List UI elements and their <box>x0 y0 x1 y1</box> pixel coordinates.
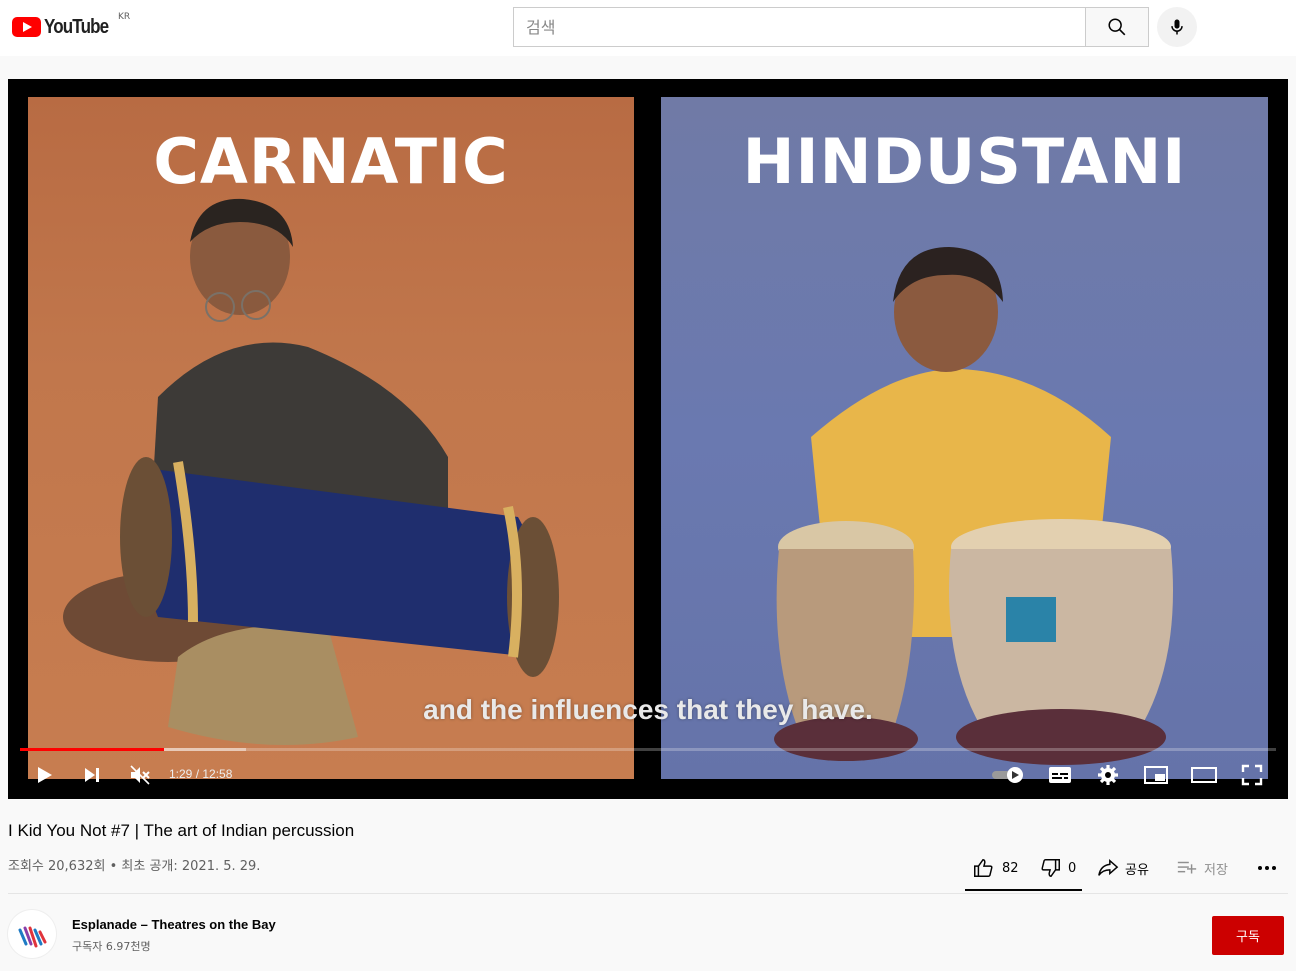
mute-icon <box>130 765 150 785</box>
search-box[interactable] <box>513 7 1085 47</box>
mic-icon <box>1171 19 1183 35</box>
search-input[interactable] <box>526 17 1085 37</box>
miniplayer-icon <box>1144 766 1168 784</box>
dislike-button[interactable]: 0 <box>1040 853 1076 883</box>
masthead: YouTube KR <box>0 0 1296 56</box>
voice-search-button[interactable] <box>1157 7 1197 47</box>
subtitles-button[interactable] <box>1044 759 1076 791</box>
like-count: 82 <box>1002 860 1019 876</box>
time-display: 1:29 / 12:58 <box>169 767 233 781</box>
like-icon <box>974 859 993 877</box>
video-panel-hindustani: HINDUSTANI <box>661 97 1268 779</box>
drummer-illustration-right <box>774 247 1173 765</box>
youtube-logo-icon <box>12 17 41 37</box>
channel-name[interactable]: Esplanade – Theatres on the Bay <box>72 917 276 932</box>
subtitle-caption: and the influences that they have. <box>423 694 873 725</box>
save-icon <box>1177 861 1197 874</box>
progress-bar[interactable] <box>20 748 1276 751</box>
youtube-logo[interactable]: YouTube KR <box>12 12 130 40</box>
video-title: I Kid You Not #7 | The art of Indian per… <box>8 821 355 840</box>
share-icon <box>1098 859 1119 876</box>
subtitles-icon <box>1049 767 1071 783</box>
next-button[interactable] <box>76 759 108 791</box>
dislike-icon <box>1041 859 1060 877</box>
played-bar <box>20 748 165 751</box>
dislike-count: 0 <box>1068 860 1077 876</box>
video-player[interactable]: CARNATIC HINDUSTANI and the influences t… <box>8 79 1288 799</box>
miniplayer-button[interactable] <box>1140 759 1172 791</box>
settings-button[interactable] <box>1092 759 1124 791</box>
share-label: 공유 <box>1125 862 1149 878</box>
play-icon <box>38 767 52 783</box>
mute-button[interactable] <box>124 759 156 791</box>
theater-mode-button[interactable] <box>1188 759 1220 791</box>
save-label: 저장 <box>1204 862 1228 878</box>
country-code: KR <box>118 12 131 22</box>
subscriber-count: 구독자 6.97천명 <box>72 940 151 953</box>
search-icon <box>1108 18 1126 36</box>
like-ratio-bar <box>965 889 1082 891</box>
channel-avatar[interactable] <box>8 910 56 958</box>
autoplay-toggle[interactable] <box>990 759 1026 791</box>
video-panel-carnatic: CARNATIC <box>28 97 634 779</box>
next-icon <box>85 768 99 782</box>
settings-icon <box>1098 765 1118 785</box>
autoplay-toggle-icon <box>992 767 1023 783</box>
logo-text: YouTube <box>44 15 109 38</box>
divider <box>8 893 1288 894</box>
search-bar <box>513 7 1149 47</box>
share-button[interactable]: 공유 <box>1097 853 1149 883</box>
play-button[interactable] <box>28 759 60 791</box>
like-button[interactable]: 82 <box>972 853 1019 883</box>
more-actions-button[interactable] <box>1256 853 1278 883</box>
fullscreen-button[interactable] <box>1236 759 1268 791</box>
video-meta: 조회수 20,632회 • 최초 공개: 2021. 5. 29. <box>8 859 261 874</box>
save-button[interactable]: 저장 <box>1176 853 1228 883</box>
drummer-illustration-left <box>63 198 559 745</box>
esplanade-logo-icon <box>18 926 47 948</box>
fullscreen-icon <box>1241 764 1263 786</box>
search-button[interactable] <box>1085 7 1149 47</box>
theater-icon <box>1191 767 1217 783</box>
subscribe-button[interactable]: 구독 <box>1212 916 1284 955</box>
more-icon <box>1258 866 1276 870</box>
